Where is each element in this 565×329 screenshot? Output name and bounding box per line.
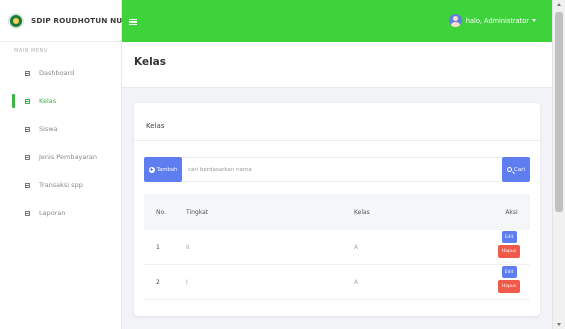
sidebar-item-label: Jenis Pembayaran (39, 153, 98, 161)
school-logo-icon (8, 12, 24, 29)
cell-kelas: A (354, 243, 359, 251)
user-menu[interactable]: halo, Administrator (448, 14, 536, 27)
sidebar-item-label: Dashboard (39, 69, 75, 77)
table-header: No. Tingkat Kelas Aksi (144, 194, 530, 230)
delete-button[interactable]: Hapus (498, 245, 520, 258)
sidebar-item-kelas[interactable]: Kelas (0, 88, 121, 114)
hamburger-menu-icon[interactable] (129, 19, 137, 25)
plus-icon (148, 166, 155, 173)
brand[interactable]: SDIP ROUDHOTUN NUR (0, 0, 128, 42)
kelas-table: No. Tingkat Kelas Aksi 1 II A Edit Hapus… (144, 194, 530, 300)
scroll-up-icon[interactable] (557, 3, 561, 6)
sidebar-item-label: Laporan (39, 209, 66, 217)
sidebar-item-transaksi-spp[interactable]: Transaksi spp (0, 172, 121, 198)
sidebar: SDIP ROUDHOTUN NUR MAIN MENU Dashboard K… (0, 0, 128, 329)
scrollbar[interactable] (552, 0, 565, 329)
sidebar-item-laporan[interactable]: Laporan (0, 200, 121, 226)
row-actions: Edit Hapus (498, 231, 520, 258)
avatar (448, 14, 462, 27)
add-button-label: Tambah (156, 166, 178, 173)
card-title: Kelas (146, 122, 165, 130)
chevron-down-icon (532, 19, 536, 22)
menu-section-label: MAIN MENU (14, 48, 48, 54)
scroll-down-icon[interactable] (557, 323, 561, 326)
sidebar-item-label: Kelas (39, 97, 57, 105)
page-header: Kelas (122, 42, 552, 88)
table-row: 1 II A Edit Hapus (144, 230, 530, 265)
cell-kelas: A (354, 278, 359, 286)
cell-no: 2 (156, 278, 160, 286)
delete-button[interactable]: Hapus (498, 280, 520, 293)
search-input[interactable] (182, 157, 502, 182)
search-icon (507, 167, 512, 172)
sidebar-item-siswa[interactable]: Siswa (0, 116, 121, 142)
page-title: Kelas (134, 56, 167, 68)
add-button[interactable]: Tambah (144, 157, 182, 182)
topbar: halo, Administrator (122, 0, 552, 42)
sidebar-item-label: Transaksi spp (39, 181, 83, 189)
content-card: Kelas Tambah Cari No. Tingkat Kelas Aksi… (134, 103, 540, 316)
table-icon (25, 210, 30, 216)
row-actions: Edit Hapus (498, 266, 520, 293)
table-icon (25, 98, 30, 104)
table-icon (25, 182, 30, 188)
user-greeting: halo, Administrator (465, 16, 529, 25)
column-header-tingkat: Tingkat (186, 208, 209, 216)
divider (134, 140, 540, 141)
search-button-label: Cari (514, 166, 525, 173)
search-button[interactable]: Cari (502, 157, 530, 182)
cell-tingkat: II (186, 243, 190, 251)
dashboard-icon (25, 70, 30, 76)
brand-name: SDIP ROUDHOTUN NUR (31, 16, 129, 25)
scrollbar-thumb[interactable] (555, 12, 563, 212)
table-row: 2 I A Edit Hapus (144, 265, 530, 300)
sidebar-item-jenis-pembayaran[interactable]: Jenis Pembayaran (0, 144, 121, 170)
table-icon (25, 126, 30, 132)
column-header-kelas: Kelas (354, 208, 370, 216)
cell-no: 1 (156, 243, 160, 251)
column-header-no: No. (156, 208, 166, 216)
edit-button[interactable]: Edit (501, 231, 517, 243)
sidebar-item-label: Siswa (39, 125, 58, 133)
edit-button[interactable]: Edit (501, 266, 517, 278)
sidebar-item-dashboard[interactable]: Dashboard (0, 60, 121, 86)
column-header-aksi: Aksi (505, 208, 518, 216)
cell-tingkat: I (186, 278, 188, 286)
table-icon (25, 154, 30, 160)
